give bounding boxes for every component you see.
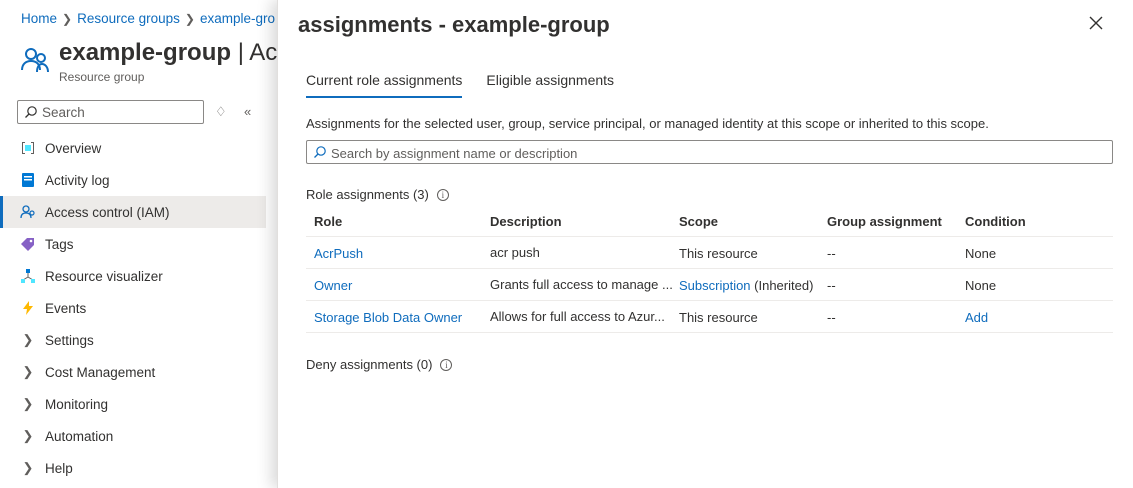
table-row: Storage Blob Data Owner Allows for full … xyxy=(306,301,1113,333)
nav-automation[interactable]: ❯ Automation xyxy=(0,420,266,452)
chevron-right-icon: ❯ xyxy=(22,364,34,379)
nav-cost-management[interactable]: ❯ Cost Management xyxy=(0,356,266,388)
nav-label: Monitoring xyxy=(45,396,109,412)
nav-label: Access control (IAM) xyxy=(45,204,170,220)
menu-search-input[interactable]: Search xyxy=(17,100,204,124)
group-assignment: -- xyxy=(827,245,836,261)
role-link[interactable]: Storage Blob Data Owner xyxy=(314,310,462,325)
scope-inherited-note: (Inherited) xyxy=(750,277,814,293)
tab-eligible-assignments[interactable]: Eligible assignments xyxy=(486,72,614,98)
nav-activity-log[interactable]: Activity log xyxy=(0,164,266,196)
nav-label: Overview xyxy=(45,140,102,156)
close-icon[interactable] xyxy=(1089,16,1103,30)
nav-tags[interactable]: Tags xyxy=(0,228,266,260)
breadcrumb-home[interactable]: Home xyxy=(21,11,57,26)
column-header-role[interactable]: Role xyxy=(314,205,482,237)
sort-toggle-icon[interactable]: ♢ xyxy=(215,104,227,120)
search-icon xyxy=(314,146,326,158)
breadcrumb: Home ❯ Resource groups ❯ example-gro xyxy=(21,11,275,26)
nav-resource-visualizer[interactable]: Resource visualizer xyxy=(0,260,266,292)
table-row: AcrPush acr push This resource -- None xyxy=(306,237,1113,269)
chevron-right-icon: ❯ xyxy=(22,396,34,411)
nav-monitoring[interactable]: ❯ Monitoring xyxy=(0,388,266,420)
resource-visualizer-icon xyxy=(20,268,36,284)
scope-text: This resource xyxy=(679,309,758,325)
menu-search-placeholder: Search xyxy=(42,105,85,120)
assignments-panel: assignments - example-group Current role… xyxy=(277,0,1133,488)
nav-overview[interactable]: Overview xyxy=(0,132,266,164)
group-assignment: -- xyxy=(827,309,836,325)
column-header-group-assignment[interactable]: Group assignment xyxy=(827,205,957,237)
chevron-right-icon: ❯ xyxy=(184,12,195,26)
tab-list: Current role assignments Eligible assign… xyxy=(306,72,638,98)
chevron-right-icon: ❯ xyxy=(22,428,34,443)
tag-icon xyxy=(20,236,36,252)
condition-value: None xyxy=(965,277,997,293)
role-assignments-heading: Role assignments (3) i xyxy=(306,187,449,202)
role-description: Grants full access to manage ... xyxy=(490,277,672,292)
info-icon[interactable]: i xyxy=(440,358,453,371)
column-header-condition[interactable]: Condition xyxy=(965,205,1105,237)
scope-link[interactable]: Subscription xyxy=(679,278,751,293)
deny-assignments-label: Deny assignments (0) xyxy=(306,357,433,372)
role-description: Allows for full access to Azur... xyxy=(490,309,665,324)
collapse-menu-icon[interactable]: « xyxy=(244,104,251,119)
resource-menu: Overview Activity log Access control (IA… xyxy=(0,132,266,484)
column-header-description[interactable]: Description xyxy=(490,205,672,237)
nav-settings[interactable]: ❯ Settings xyxy=(0,324,266,356)
nav-help[interactable]: ❯ Help xyxy=(0,452,266,484)
access-control-icon xyxy=(20,204,36,220)
info-icon[interactable]: i xyxy=(436,188,449,201)
role-link[interactable]: AcrPush xyxy=(314,246,363,261)
nav-label: Cost Management xyxy=(45,364,156,380)
activity-log-icon xyxy=(20,172,36,188)
nav-label: Settings xyxy=(45,332,94,348)
resource-blade: Home ❯ Resource groups ❯ example-gro example… xyxy=(0,0,277,488)
role-description: acr push xyxy=(490,245,540,260)
assignment-search-placeholder: Search by assignment name or description xyxy=(331,146,578,161)
nav-label: Events xyxy=(45,300,87,316)
role-assignments-table: Role Description Scope Group assignment … xyxy=(306,205,1113,333)
chevron-right-icon: ❯ xyxy=(22,460,34,475)
table-row: Owner Grants full access to manage ... S… xyxy=(306,269,1113,301)
column-header-scope[interactable]: Scope xyxy=(679,205,825,237)
nav-access-control[interactable]: Access control (IAM) xyxy=(0,196,266,228)
nav-label: Activity log xyxy=(45,172,110,188)
tab-current-role-assignments[interactable]: Current role assignments xyxy=(306,72,463,98)
page-title: example-group | Acc xyxy=(59,39,277,67)
group-assignment: -- xyxy=(827,277,836,293)
scope-text: This resource xyxy=(679,245,758,261)
lightning-icon xyxy=(20,300,36,316)
nav-label: Automation xyxy=(45,428,114,444)
condition-value: None xyxy=(965,245,997,261)
breadcrumb-resource-groups[interactable]: Resource groups xyxy=(77,11,180,26)
role-assignments-label: Role assignments (3) xyxy=(306,187,429,202)
deny-assignments-heading: Deny assignments (0) i xyxy=(306,357,453,372)
panel-title: assignments - example-group xyxy=(298,12,610,37)
assignment-search-input[interactable]: Search by assignment name or description xyxy=(306,140,1113,164)
add-condition-link[interactable]: Add xyxy=(965,310,988,325)
chevron-right-icon: ❯ xyxy=(62,12,73,26)
overview-icon xyxy=(20,140,36,156)
chevron-right-icon: ❯ xyxy=(22,332,34,347)
nav-events[interactable]: Events xyxy=(0,292,266,324)
search-icon xyxy=(25,106,37,118)
nav-label: Tags xyxy=(45,236,74,252)
role-link[interactable]: Owner xyxy=(314,278,352,293)
resource-name: example-group xyxy=(59,39,232,66)
table-header: Role Description Scope Group assignment … xyxy=(306,205,1113,237)
page-title-suffix: | Acc xyxy=(237,39,277,66)
resource-type: Resource group xyxy=(59,70,145,84)
nav-label: Resource visualizer xyxy=(45,268,163,284)
panel-description: Assignments for the selected user, group… xyxy=(306,116,989,131)
nav-label: Help xyxy=(45,460,73,476)
breadcrumb-current[interactable]: example-gro xyxy=(200,11,275,26)
resource-group-icon xyxy=(21,48,49,73)
